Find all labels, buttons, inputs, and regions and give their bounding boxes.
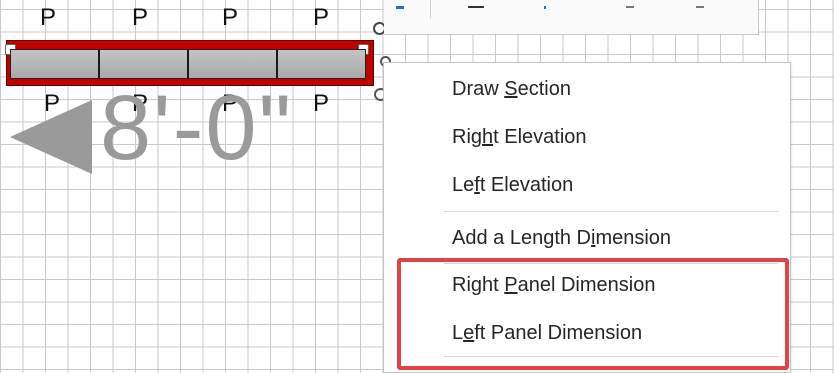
menu-item-left-elevation[interactable]: Left Elevation [452,169,573,201]
ribbon-icon[interactable] [468,0,484,8]
ribbon-icon[interactable] [544,0,546,9]
menu-item-add-length-dimension[interactable]: Add a Length Dimension [452,222,671,254]
panel-label-bottom-4: P [313,90,330,117]
menu-access-key: h [482,126,494,148]
ribbon-icon[interactable] [396,0,404,9]
wall-panel[interactable] [11,50,100,78]
ribbon-divider [430,0,431,18]
highlight-annotation [397,258,789,370]
ribbon-strip [384,0,759,35]
menu-access-key: S [504,78,518,100]
menu-separator [444,211,778,212]
menu-item-right-elevation[interactable]: Right Elevation [452,121,587,153]
wall-panel[interactable] [100,50,189,78]
menu-access-key: i [591,227,596,249]
menu-item-draw-section[interactable]: Draw Section [452,73,571,105]
dimension-arrow-icon [10,100,92,174]
wall-panel[interactable] [278,50,365,78]
dimension-text: 8'-0" [100,77,294,179]
panel-label-top-1: P [40,4,57,31]
panel-label-top-4: P [313,4,330,31]
menu-access-key: f [474,174,480,196]
ribbon-icon[interactable] [696,0,704,8]
panel-label-top-2: P [132,4,149,31]
ribbon-icon[interactable] [626,0,634,8]
wall-panel[interactable] [189,50,278,78]
panel-label-top-3: P [222,4,239,31]
